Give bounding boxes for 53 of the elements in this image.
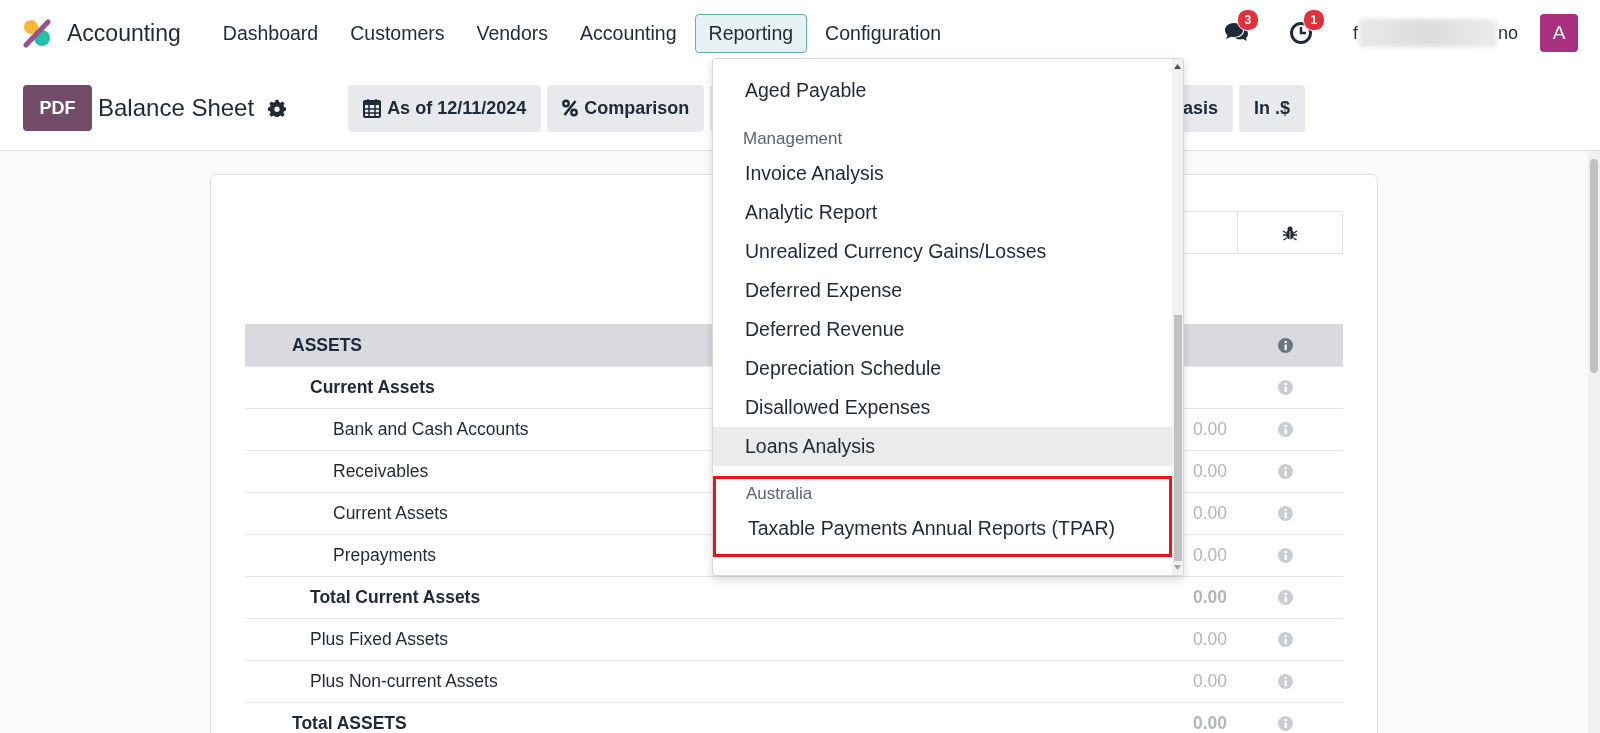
pdf-button[interactable]: PDF	[23, 85, 92, 131]
row-value: 0.00	[1191, 587, 1227, 608]
menu-item[interactable]: Accounting	[566, 13, 691, 53]
row-label[interactable]: Total Current Assets	[245, 587, 1107, 608]
menu-item[interactable]: Aged Payable	[713, 71, 1172, 110]
scrollbar[interactable]	[1172, 59, 1183, 575]
row-value: 0.00	[1191, 503, 1227, 524]
report-title: Balance Sheet	[98, 94, 255, 122]
row-label[interactable]: Plus Non-current Assets	[245, 671, 1107, 692]
menu-item[interactable]: Configuration	[811, 13, 956, 53]
scrollbar[interactable]	[1588, 151, 1600, 733]
filter-button[interactable]: As of 12/11/2024	[348, 84, 542, 132]
menu-section-header: Management	[742, 128, 844, 150]
clock-icon[interactable]	[1288, 21, 1313, 45]
menu-item[interactable]: Dashboard	[208, 13, 333, 53]
row-label[interactable]: Plus Fixed Assets	[245, 629, 1107, 650]
menu-item[interactable]: Customers	[336, 13, 459, 53]
settings-icon[interactable]	[268, 99, 287, 117]
user-name[interactable]: f	[1352, 22, 1358, 44]
filter-button[interactable]: In .$	[1239, 84, 1305, 132]
info-icon[interactable]	[1277, 337, 1293, 353]
app-logo-icon	[22, 18, 52, 48]
bug-icon	[1282, 224, 1298, 241]
menu-item[interactable]: Depreciation Schedule	[713, 349, 1172, 388]
debug-button[interactable]	[1237, 211, 1343, 254]
calendar-icon	[363, 98, 382, 118]
menu-item[interactable]: Deferred Revenue	[713, 310, 1172, 349]
menu-item[interactable]: Deferred Expense	[713, 271, 1172, 310]
row-value: 0.00	[1191, 419, 1227, 440]
menu-item[interactable]: Analytic Report	[713, 193, 1172, 232]
menu-item[interactable]: Taxable Payments Annual Reports (TPAR)	[716, 509, 1169, 548]
app-name: Accounting	[67, 19, 181, 47]
menu-item[interactable]: Reporting	[694, 13, 808, 53]
notification-count: 3	[1236, 9, 1259, 31]
menu-section-header: Australia	[745, 483, 814, 505]
row-value: 0.00	[1191, 671, 1227, 692]
row-value: 0.00	[1191, 713, 1227, 733]
notification-count: 1	[1302, 9, 1325, 31]
menu-item[interactable]: Disallowed Expenses	[713, 388, 1172, 427]
percent-icon	[562, 99, 579, 117]
menu-item[interactable]: Invoice Analysis	[713, 154, 1172, 193]
row-value: 0.00	[1191, 461, 1227, 482]
row-label[interactable]: Total ASSETS	[245, 713, 1107, 733]
menu-item[interactable]: Unrealized Currency Gains/Losses	[713, 232, 1172, 271]
user-avatar[interactable]: A	[1540, 14, 1578, 52]
filter-button[interactable]: Comparison	[547, 84, 705, 132]
row-value: 0.00	[1191, 629, 1227, 650]
down-arrow-icon[interactable]	[1174, 565, 1181, 570]
menu-item[interactable]: Vendors	[462, 13, 563, 53]
row-value: 0.00	[1191, 545, 1227, 566]
user-name[interactable]: no	[1497, 22, 1518, 44]
up-arrow-icon[interactable]	[1174, 64, 1181, 69]
menu-item[interactable]: Loans Analysis	[713, 427, 1172, 466]
